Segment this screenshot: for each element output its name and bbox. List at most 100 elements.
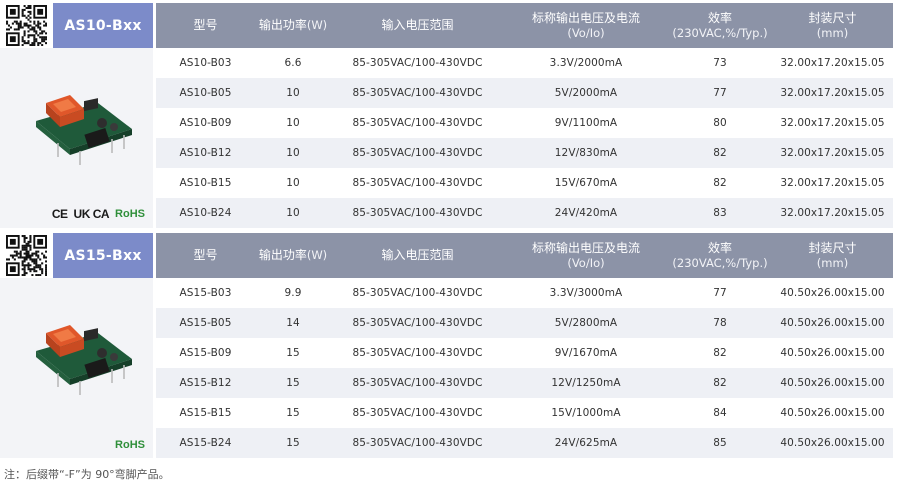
table-cell: 12V/1250mA bbox=[551, 377, 621, 389]
table-cell: 12V/830mA bbox=[554, 147, 618, 159]
table-cell: 40.50x26.00x15.00 bbox=[780, 317, 885, 329]
spec-table: 型号 输出功率 (W) 输入电压范围 标称输出电压及电流 (Vo/Io) 效率 … bbox=[156, 233, 893, 458]
column-header-label: 输出功率 bbox=[258, 248, 307, 262]
table-cell: 85-305VAC/100-430VDC bbox=[352, 317, 483, 329]
series-section: AS15-Bxx RoHS 型号 输出功率 (W) 输入电压范围 标称输出电压及… bbox=[0, 233, 898, 458]
column-header: 标称输出电压及电流 (Vo/Io) bbox=[504, 233, 668, 278]
table-cell: 85-305VAC/100-430VDC bbox=[352, 117, 483, 129]
table-cell: 82 bbox=[713, 147, 727, 159]
table-cell: 77 bbox=[713, 287, 727, 299]
table-cell: 80 bbox=[713, 117, 727, 129]
table-cell: 85-305VAC/100-430VDC bbox=[352, 347, 483, 359]
table-cell: 3.3V/2000mA bbox=[549, 57, 623, 69]
table-cell: AS10-B05 bbox=[179, 87, 232, 99]
table-cell: 24V/420mA bbox=[554, 207, 618, 219]
column-header-label: 封装尺寸 bbox=[808, 10, 857, 25]
table-cell: AS15-B05 bbox=[179, 317, 232, 329]
series-header: AS10-Bxx bbox=[0, 3, 153, 48]
table-cell: 15 bbox=[286, 437, 300, 449]
series-title: AS10-Bxx bbox=[53, 3, 153, 48]
table-cell: 84 bbox=[713, 407, 727, 419]
table-cell: 82 bbox=[713, 177, 727, 189]
table-row: AS15-B15 15 85-305VAC/100-430VDC 15V/1000mA… bbox=[156, 398, 893, 428]
table-cell: 5V/2000mA bbox=[554, 87, 618, 99]
spec-table: 型号 输出功率 (W) 输入电压范围 标称输出电压及电流 (Vo/Io) 效率 … bbox=[156, 3, 893, 228]
qr-code-icon[interactable] bbox=[6, 235, 47, 276]
column-header: 输入电压范围 bbox=[331, 233, 504, 278]
column-header-unit: (230VAC,%/Typ.) bbox=[672, 25, 768, 40]
table-header: 型号 输出功率 (W) 输入电压范围 标称输出电压及电流 (Vo/Io) 效率 … bbox=[156, 233, 893, 278]
table-cell: 32.00x17.20x15.05 bbox=[780, 207, 885, 219]
table-row: AS10-B24 10 85-305VAC/100-430VDC 24V/420mA 8… bbox=[156, 198, 893, 228]
column-header: 封装尺寸 (mm) bbox=[772, 3, 893, 48]
table-cell: 9V/1670mA bbox=[554, 347, 618, 359]
table-cell: 85 bbox=[713, 437, 727, 449]
ukca-mark-icon: UK CA bbox=[73, 207, 110, 221]
qr-code-icon[interactable] bbox=[6, 5, 47, 46]
table-cell: 40.50x26.00x15.00 bbox=[780, 287, 885, 299]
column-header-label: 标称输出电压及电流 bbox=[531, 240, 640, 255]
rohs-mark-icon: RoHS bbox=[115, 439, 145, 451]
table-row: AS10-B15 10 85-305VAC/100-430VDC 15V/670mA 8… bbox=[156, 168, 893, 198]
table-cell: 15 bbox=[286, 407, 300, 419]
column-header-label: 输出功率 bbox=[258, 18, 307, 32]
table-cell: 10 bbox=[286, 117, 300, 129]
table-header: 型号 输出功率 (W) 输入电压范围 标称输出电压及电流 (Vo/Io) 效率 … bbox=[156, 3, 893, 48]
column-header-label: 效率 bbox=[707, 10, 732, 25]
table-cell: 85-305VAC/100-430VDC bbox=[352, 407, 483, 419]
series-panel: AS10-Bxx CE UK CA RoHS bbox=[0, 3, 153, 228]
column-header-label: 封装尺寸 bbox=[808, 240, 857, 255]
table-row: AS10-B12 10 85-305VAC/100-430VDC 12V/830mA 8… bbox=[156, 138, 893, 168]
table-cell: 10 bbox=[286, 147, 300, 159]
column-header-unit: (mm) bbox=[816, 25, 849, 40]
table-cell: 5V/2800mA bbox=[554, 317, 618, 329]
table-cell: 15 bbox=[286, 347, 300, 359]
table-cell: 83 bbox=[713, 207, 727, 219]
column-header-label: 型号 bbox=[193, 248, 218, 262]
table-cell: 78 bbox=[713, 317, 727, 329]
product-image bbox=[28, 83, 138, 173]
column-header: 型号 bbox=[156, 3, 255, 48]
table-cell: 32.00x17.20x15.05 bbox=[780, 117, 885, 129]
table-cell: 82 bbox=[713, 347, 727, 359]
table-cell: 15V/1000mA bbox=[551, 407, 621, 419]
table-cell: 85-305VAC/100-430VDC bbox=[352, 437, 483, 449]
column-header-label: 输入电压范围 bbox=[381, 248, 454, 262]
table-cell: 82 bbox=[713, 377, 727, 389]
table-cell: AS10-B24 bbox=[179, 207, 232, 219]
table-cell: AS10-B15 bbox=[179, 177, 232, 189]
column-header: 标称输出电压及电流 (Vo/Io) bbox=[504, 3, 668, 48]
table-cell: 10 bbox=[286, 177, 300, 189]
certification-marks: RoHS bbox=[115, 439, 145, 451]
column-header: 封装尺寸 (mm) bbox=[772, 233, 893, 278]
table-row: AS15-B05 14 85-305VAC/100-430VDC 5V/2800mA 7… bbox=[156, 308, 893, 338]
table-row: AS15-B03 9.9 85-305VAC/100-430VDC 3.3V/3000… bbox=[156, 278, 893, 308]
table-cell: 15 bbox=[286, 377, 300, 389]
table-cell: 85-305VAC/100-430VDC bbox=[352, 177, 483, 189]
rohs-mark-icon: RoHS bbox=[115, 208, 145, 220]
column-header: 输出功率 (W) bbox=[255, 233, 331, 278]
column-header: 输入电压范围 bbox=[331, 3, 504, 48]
product-image bbox=[28, 313, 138, 403]
table-cell: 10 bbox=[286, 87, 300, 99]
table-cell: AS15-B15 bbox=[179, 407, 232, 419]
table-cell: 77 bbox=[713, 87, 727, 99]
table-cell: 85-305VAC/100-430VDC bbox=[352, 207, 483, 219]
column-header-label: 标称输出电压及电流 bbox=[531, 10, 640, 25]
table-cell: 15V/670mA bbox=[554, 177, 618, 189]
column-header-label: 输入电压范围 bbox=[381, 18, 454, 32]
table-cell: AS10-B09 bbox=[179, 117, 232, 129]
table-cell: 40.50x26.00x15.00 bbox=[780, 377, 885, 389]
footnote: 注：后缀带“-F”为 90°弯脚产品。 bbox=[4, 468, 170, 481]
series-section: AS10-Bxx CE UK CA RoHS 型号 输出功率 (W) 输入电压范围 … bbox=[0, 3, 898, 228]
table-row: AS15-B24 15 85-305VAC/100-430VDC 24V/625mA 8… bbox=[156, 428, 893, 458]
table-cell: AS10-B03 bbox=[179, 57, 232, 69]
column-header: 输出功率 (W) bbox=[255, 3, 331, 48]
column-header-unit: (Vo/Io) bbox=[567, 255, 605, 270]
column-header-unit: (mm) bbox=[816, 255, 849, 270]
table-cell: 73 bbox=[713, 57, 727, 69]
table-cell: 10 bbox=[286, 207, 300, 219]
table-cell: 24V/625mA bbox=[554, 437, 618, 449]
table-cell: 40.50x26.00x15.00 bbox=[780, 437, 885, 449]
table-cell: 40.50x26.00x15.00 bbox=[780, 407, 885, 419]
